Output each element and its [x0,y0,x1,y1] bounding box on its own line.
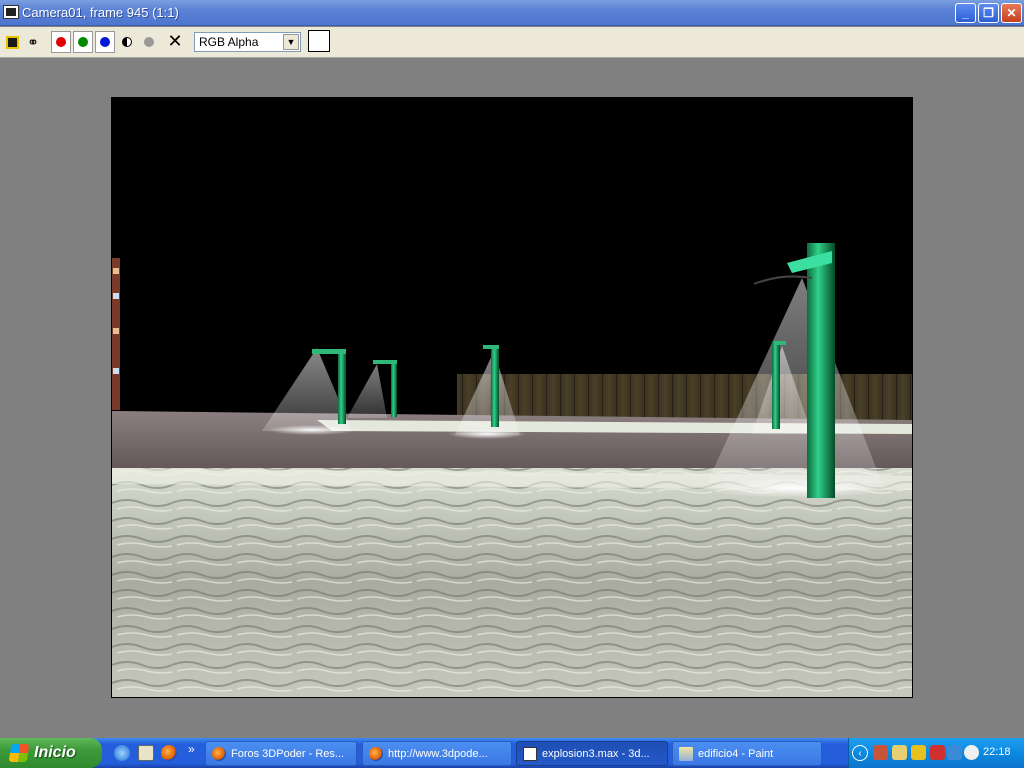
restore-button[interactable]: ❐ [978,3,999,23]
chevron-down-icon[interactable]: ▼ [283,34,299,50]
channel-select-value: RGB Alpha [199,35,259,49]
taskbar-button-explosion3-max[interactable]: explosion3.max - 3d... [516,741,668,766]
tray-star-icon[interactable] [947,745,962,760]
green-channel-button[interactable] [73,31,93,53]
title-bar: Camera01, frame 945 (1:1) _ ❐ ✕ [0,0,1024,26]
tray-app-icon[interactable] [873,745,888,760]
taskbar-button-edificio4-paint[interactable]: edificio4 - Paint [672,741,822,766]
blue-channel-icon [100,37,110,47]
red-channel-button[interactable] [51,31,71,53]
tray-security-shield-icon[interactable] [911,745,926,760]
minimize-button[interactable]: _ [955,3,976,23]
taskbar-button-foros-3dpoder[interactable]: Foros 3DPoder - Res... [205,741,357,766]
red-channel-icon [56,37,66,47]
blue-channel-button[interactable] [95,31,115,53]
clone-window-icon[interactable]: ⚭ [24,33,42,51]
start-label: Inicio [34,744,76,761]
color-swatch[interactable] [308,30,330,52]
channel-display-select[interactable]: RGB Alpha ▼ [194,32,301,52]
start-button[interactable]: Inicio [0,738,102,768]
save-icon[interactable] [3,33,21,51]
green-channel-icon [78,37,88,47]
3dsmax-icon [523,746,537,761]
taskbar-button-3dpoder-url[interactable]: http://www.3dpode... [362,741,512,766]
window-title: Camera01, frame 945 (1:1) [22,5,179,20]
alpha-channel-icon[interactable] [140,33,158,51]
internet-explorer-icon[interactable] [114,745,130,761]
rendered-frame-image [111,97,913,698]
clear-icon[interactable]: ✕ [166,31,184,51]
task-label: http://www.3dpode... [388,747,488,760]
windows-logo-icon [8,744,30,762]
show-hidden-icons-button[interactable]: ‹ [852,745,868,761]
quicklaunch-more-icon[interactable]: » [188,742,195,756]
tray-antivirus-icon[interactable] [930,745,945,760]
firefox-icon[interactable] [161,745,177,761]
tray-network-icon[interactable] [892,745,907,760]
taskbar: Inicio » Foros 3DPoder - Res... http://w… [0,738,1024,768]
clock[interactable]: 22:18 [983,746,1011,758]
paint-icon [679,746,693,761]
monochrome-icon[interactable] [118,33,136,51]
explorer-icon[interactable] [138,745,154,761]
close-button[interactable]: ✕ [1001,3,1022,23]
rendered-frame-window-icon[interactable] [3,5,19,19]
tray-panda-icon[interactable] [964,745,979,760]
system-tray: ‹ 22:18 [848,738,1024,768]
firefox-icon [212,746,226,761]
task-label: Foros 3DPoder - Res... [231,747,345,760]
firefox-icon [369,746,383,761]
task-label: explosion3.max - 3d... [542,747,650,760]
task-label: edificio4 - Paint [698,747,774,760]
